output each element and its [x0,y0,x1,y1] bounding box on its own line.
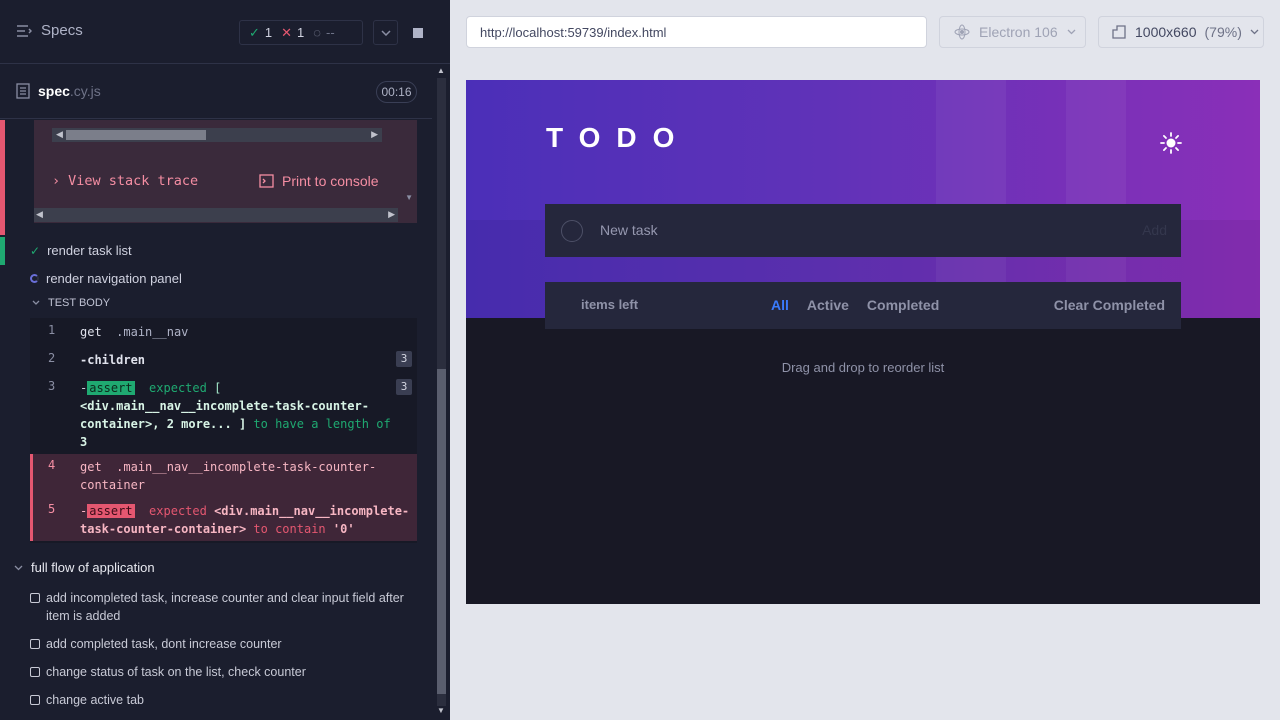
stop-button[interactable] [405,20,430,45]
scroll-down-icon: ▼ [405,193,413,202]
passed-stat: ✓ 1 [249,24,273,41]
filter-completed[interactable]: Completed [867,297,939,313]
suite-full-flow[interactable]: full flow of application [14,560,155,575]
pending-test[interactable]: change status of task on the list, check… [30,663,410,681]
error-hscrollbar[interactable]: ◀ ▶ [34,208,398,222]
pending-icon [30,667,40,677]
stop-icon [412,27,423,38]
check-icon: ✓ [30,243,41,258]
command-log: ◀ ▶ › View stack trace Print to console … [0,120,432,720]
command-log-panel: Specs ✓1 ✕1 ◌-- spec.cy.js 00:16 ◀ ▶ [0,0,450,720]
collapse-button[interactable] [373,20,398,45]
chevron-down-icon [14,565,23,570]
passed-stripe [0,237,5,265]
pending-test[interactable]: change active tab [30,691,410,709]
console-icon [259,174,274,188]
error-block: ◀ ▶ › View stack trace Print to console … [0,120,432,223]
pending-test[interactable]: add completed task, dont increase counte… [30,635,410,653]
new-task-input[interactable]: New task [600,222,658,238]
scroll-up-icon: ▲ [437,66,445,75]
app-title: TODO [546,122,691,153]
pending-stat: ◌ -- [313,25,335,40]
todo-app: TODO New task Add items left All Active … [466,80,1260,604]
specs-label: Specs [41,22,83,39]
command-log-scrollbar[interactable]: ▲ ▼ [433,64,450,720]
spec-header: spec.cy.js [0,65,432,119]
test-render-navigation-panel[interactable]: render navigation panel [30,271,182,286]
command-count: 3 [396,379,412,395]
items-left-counter: items left [581,297,639,312]
test-body-header[interactable]: TEST BODY [32,297,110,309]
reporter-header: Specs ✓ 1 ✕ 1 ◌ -- [0,0,450,64]
failed-command-block: 4 get .main__nav__incomplete-task-counte… [30,454,417,541]
test-render-task-list[interactable]: ✓ render task list [30,243,132,258]
add-button[interactable]: Add [1142,222,1167,238]
aut-panel: http://localhost:59739/index.html Electr… [450,0,1280,720]
drag-hint: Drag and drop to reorder list [781,360,945,375]
browser-selector[interactable]: Electron 106 [939,16,1086,48]
viewport-selector[interactable]: 1000x660 (79%) [1098,16,1264,48]
scroll-right-icon: ▶ [371,129,378,139]
spinner-icon: ◌ [313,25,322,40]
complete-toggle[interactable] [561,220,583,242]
scroll-left-icon: ◀ [36,209,43,219]
pending-icon [30,639,40,649]
pending-test[interactable]: add incompleted task, increase counter a… [30,589,410,625]
test-stats: ✓ 1 ✕ 1 ◌ -- [239,20,363,45]
scroll-right-icon: ▶ [388,209,395,219]
code-frame-scrollbar[interactable]: ◀ ▶ [52,128,382,142]
chevron-down-icon [32,300,40,305]
failed-stat: ✕ 1 [281,24,305,41]
filter-tabs: All Active Completed [771,297,939,313]
ruler-icon [1112,25,1126,39]
assert-badge: assert [87,504,135,518]
document-icon [16,83,30,99]
command-count: 3 [396,351,412,367]
chevron-right-icon: › [52,173,61,189]
assert-badge: assert [87,381,135,395]
url-bar[interactable]: http://localhost:59739/index.html [466,16,927,48]
chevron-down-icon [1250,29,1259,35]
new-task-form: New task Add [545,204,1181,257]
check-icon: ✓ [249,24,260,40]
scroll-down-icon: ▼ [437,706,445,715]
chevron-down-icon [1067,29,1076,35]
x-icon: ✕ [281,24,293,40]
chevron-down-icon [380,29,391,36]
filter-active[interactable]: Active [807,297,849,313]
filter-all[interactable]: All [771,297,789,313]
scroll-left-icon: ◀ [56,129,63,139]
spec-name: spec [38,83,70,99]
pending-icon [30,593,40,603]
clear-completed-button[interactable]: Clear Completed [1054,297,1165,313]
spec-extension: .cy.js [69,83,101,99]
sun-icon[interactable] [1160,132,1182,154]
scrollbar-thumb[interactable] [66,130,206,140]
electron-icon [954,24,970,40]
pending-icon [30,695,40,705]
duration-badge: 00:16 [376,81,417,103]
print-to-console-button[interactable]: Print to console [259,173,379,189]
spec-file[interactable]: spec.cy.js [16,83,101,99]
todo-nav: items left All Active Completed Clear Co… [545,282,1181,329]
specs-list-icon [17,24,32,37]
running-icon [30,274,39,283]
specs-button[interactable]: Specs [16,22,83,39]
scrollbar-thumb[interactable] [437,369,446,694]
view-stack-trace[interactable]: › View stack trace [52,173,198,189]
